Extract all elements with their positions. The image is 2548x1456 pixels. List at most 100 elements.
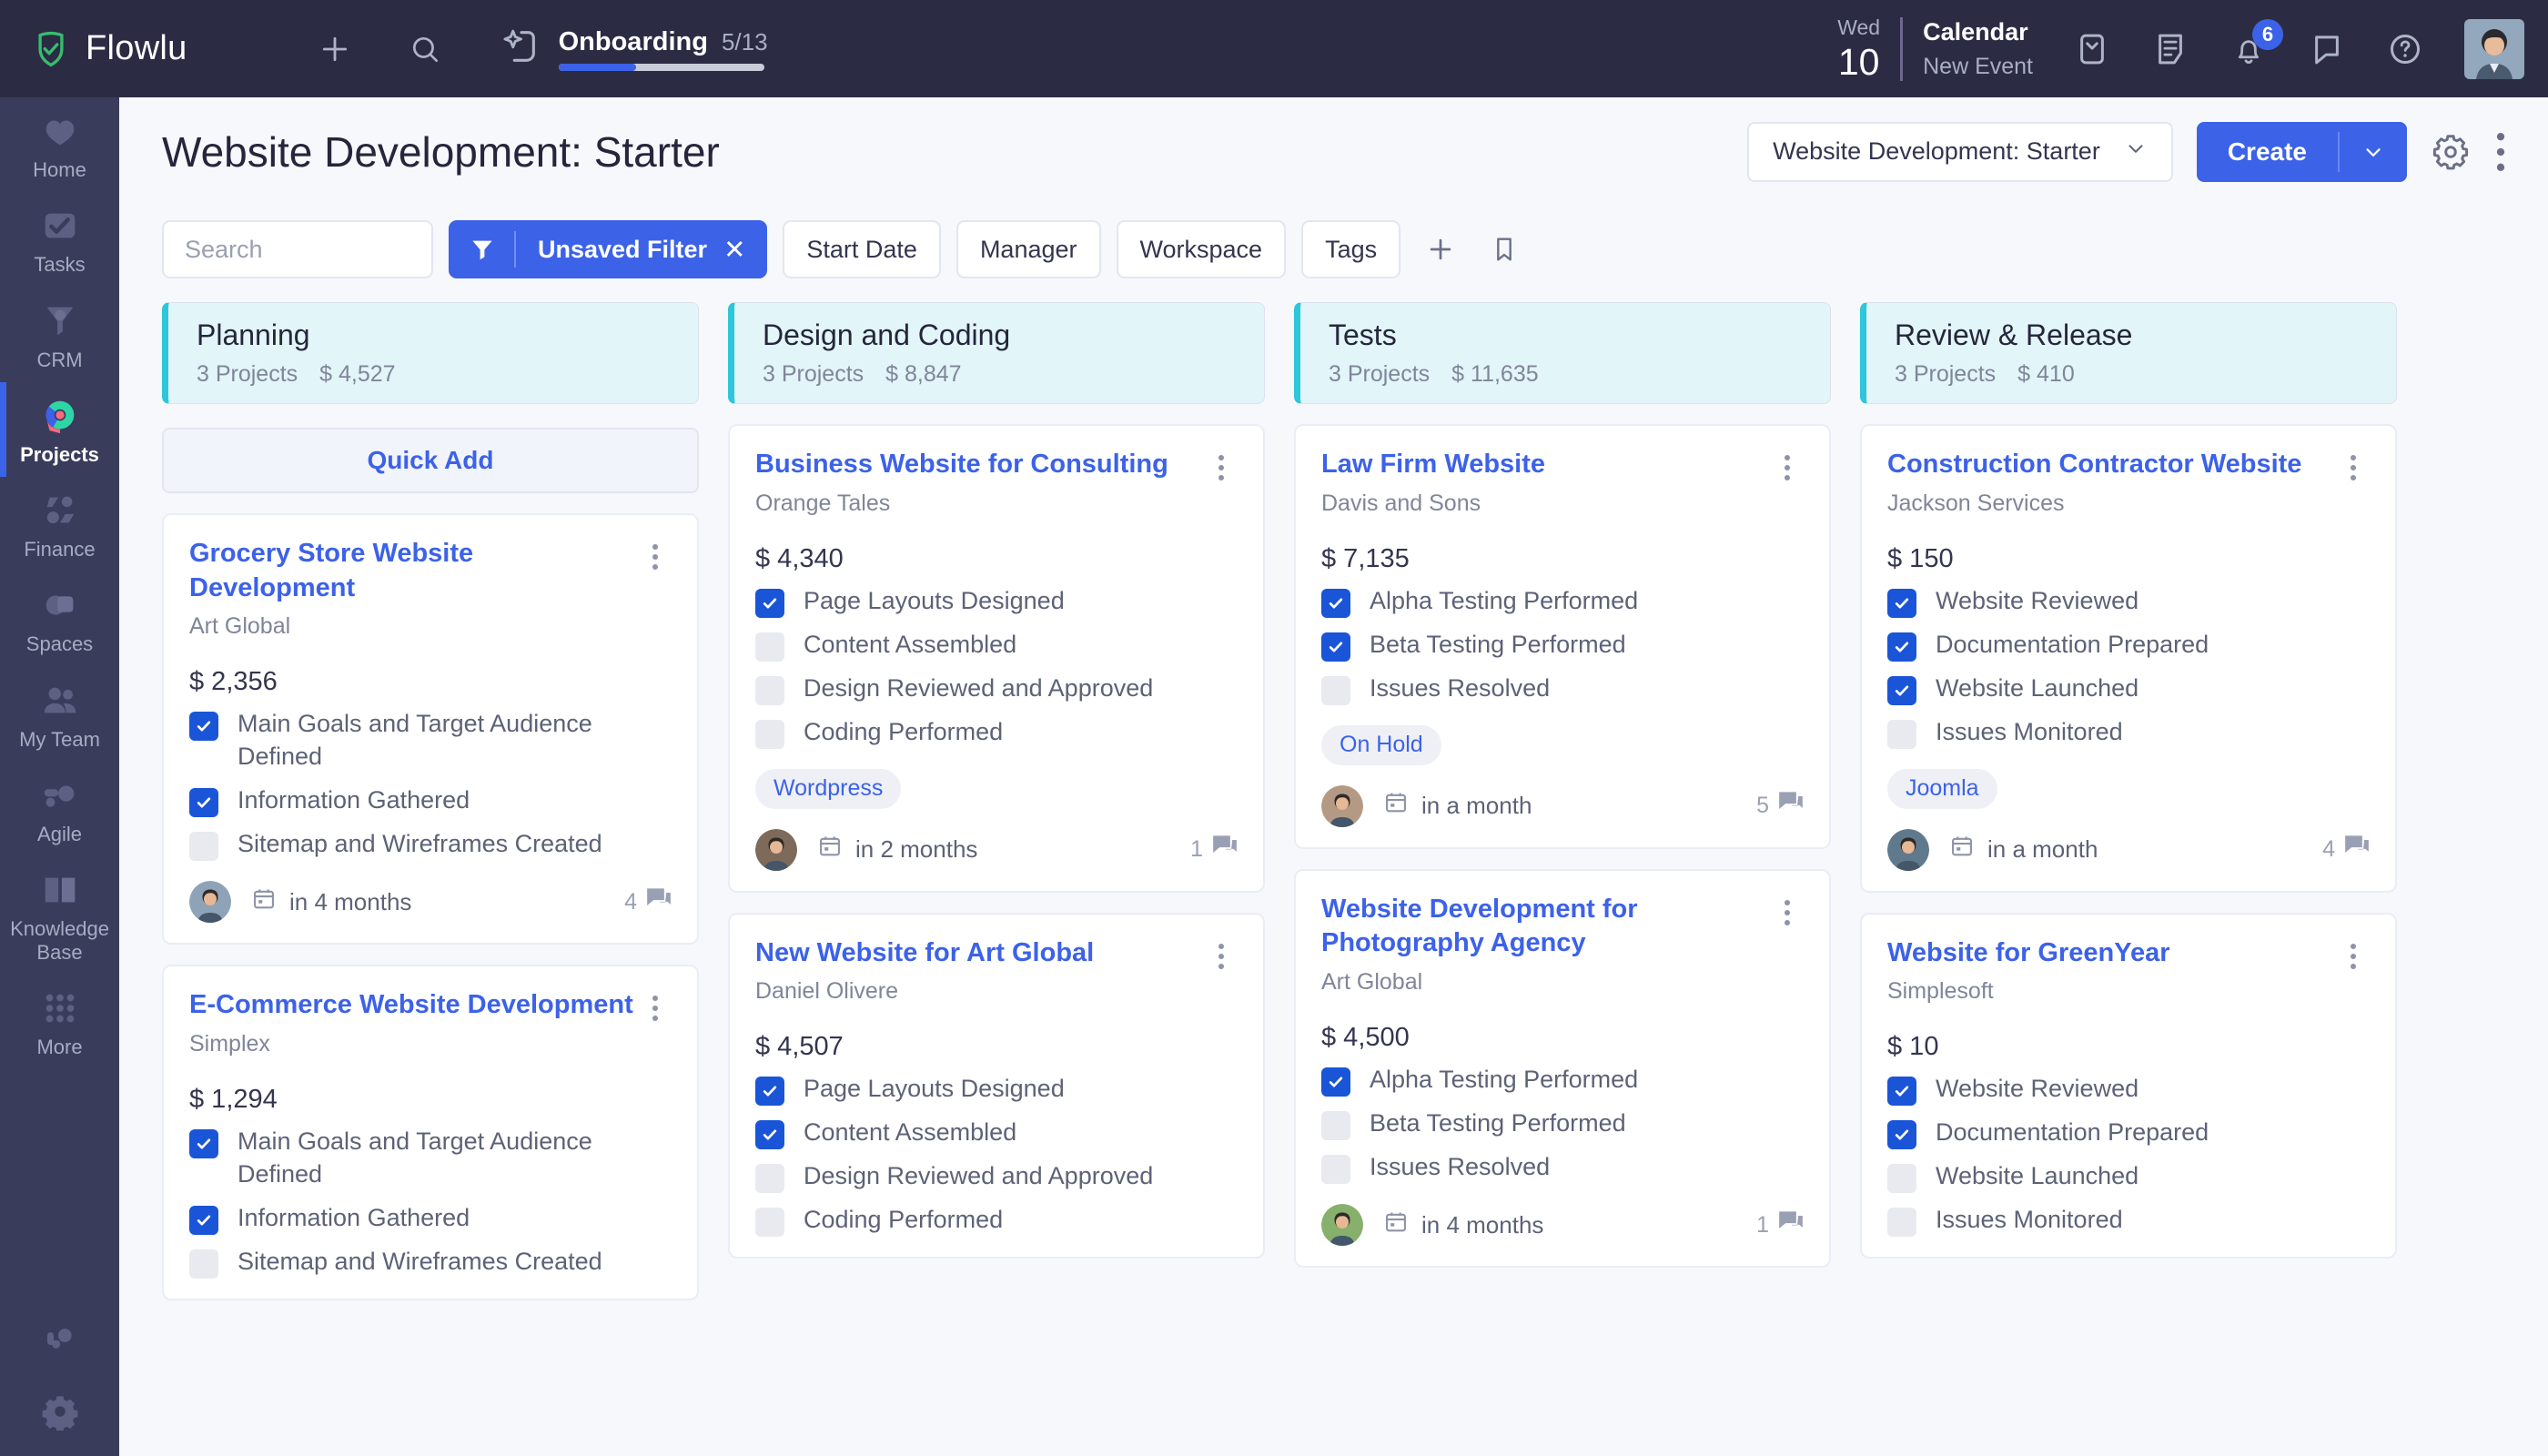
support-icon[interactable]	[39, 1318, 81, 1360]
avatar[interactable]	[2464, 18, 2524, 79]
checkbox-unchecked-icon[interactable]	[1321, 675, 1350, 705]
checklist-item[interactable]: Information Gathered	[189, 1202, 672, 1235]
sidebar-item-more[interactable]: More	[0, 975, 119, 1069]
checklist-item[interactable]: Page Layouts Designed	[755, 1073, 1238, 1107]
unsaved-filter-chip[interactable]: Unsaved Filter ✕	[449, 220, 768, 278]
sidebar-item-finance[interactable]: Finance	[0, 477, 119, 571]
more-vertical-icon[interactable]	[2494, 132, 2507, 172]
add-icon[interactable]	[317, 31, 353, 67]
checklist-item[interactable]: Documentation Prepared	[1887, 1117, 2370, 1150]
checkbox-checked-icon[interactable]	[1887, 632, 1916, 662]
comment-count[interactable]: 4	[624, 887, 672, 917]
project-card[interactable]: Website for GreenYear Simplesoft $ 10 Websi…	[1860, 912, 2397, 1259]
search-icon[interactable]	[408, 32, 442, 66]
checklist-item[interactable]: Issues Monitored	[1887, 1204, 2370, 1238]
gear-icon[interactable]	[2431, 132, 2471, 172]
checkbox-checked-icon[interactable]	[1887, 1120, 1916, 1150]
sidebar-item-projects[interactable]: Projects	[0, 381, 119, 478]
sidebar-item-tasks[interactable]: Tasks	[0, 192, 119, 287]
checklist-item[interactable]: Documentation Prepared	[1887, 629, 2370, 662]
comment-count[interactable]: 1	[1756, 1210, 1804, 1240]
checkbox-unchecked-icon[interactable]	[1887, 1164, 1916, 1194]
project-select[interactable]: Website Development: Starter	[1747, 121, 2173, 182]
bookmark-icon[interactable]	[1481, 235, 1528, 264]
card-title[interactable]: Website for GreenYear	[1887, 936, 2337, 971]
assignee-avatar[interactable]	[1321, 784, 1363, 827]
add-filter-icon[interactable]	[1416, 234, 1465, 265]
sidebar-item-home[interactable]: Home	[0, 97, 119, 192]
checkbox-checked-icon[interactable]	[1887, 1077, 1916, 1107]
checkbox-unchecked-icon[interactable]	[755, 1164, 784, 1194]
project-card[interactable]: Website Development for Photography Agen…	[1294, 868, 1831, 1269]
checklist-item[interactable]: Content Assembled	[755, 629, 1238, 662]
notes-icon[interactable]	[2151, 30, 2189, 68]
card-menu-icon[interactable]	[639, 537, 672, 570]
checklist-item[interactable]: Alpha Testing Performed	[1321, 585, 1804, 618]
checklist-item[interactable]: Alpha Testing Performed	[1321, 1064, 1804, 1097]
sidebar-item-knowledge-base[interactable]: Knowledge Base	[0, 856, 119, 975]
checklist-item[interactable]: Main Goals and Target Audience Defined	[189, 708, 672, 774]
search-input[interactable]	[185, 235, 410, 264]
chat-icon[interactable]	[2308, 30, 2346, 68]
checkbox-checked-icon[interactable]	[1321, 588, 1350, 618]
card-title[interactable]: Business Website for Consulting	[755, 448, 1205, 482]
filter-button-workspace[interactable]: Workspace	[1116, 220, 1287, 278]
chevron-down-icon[interactable]	[2340, 140, 2407, 164]
project-card[interactable]: E-Commerce Website Development Simplex $ 1…	[162, 965, 699, 1300]
comment-count[interactable]: 5	[1756, 791, 1804, 821]
checklist-item[interactable]: Coding Performed	[755, 1204, 1238, 1238]
checkbox-checked-icon[interactable]	[1887, 675, 1916, 705]
close-icon[interactable]: ✕	[723, 234, 767, 266]
checkbox-checked-icon[interactable]	[755, 1120, 784, 1150]
mail-icon[interactable]	[2073, 30, 2111, 68]
sidebar-item-crm[interactable]: CRM	[0, 288, 119, 382]
assignee-avatar[interactable]	[1887, 828, 1929, 871]
assignee-avatar[interactable]	[755, 828, 797, 871]
card-menu-icon[interactable]	[1205, 448, 1238, 480]
card-title[interactable]: Construction Contractor Website	[1887, 448, 2337, 482]
checklist-item[interactable]: Information Gathered	[189, 784, 672, 818]
card-tag[interactable]: Joomla	[1887, 768, 1997, 809]
bell-icon[interactable]: 6	[2230, 18, 2283, 68]
checkbox-unchecked-icon[interactable]	[1887, 719, 1916, 749]
comment-count[interactable]: 4	[2322, 834, 2370, 864]
checkbox-checked-icon[interactable]	[189, 1128, 218, 1158]
sidebar-item-agile[interactable]: Agile	[0, 762, 119, 856]
checkbox-checked-icon[interactable]	[1321, 1067, 1350, 1097]
checklist-item[interactable]: Issues Resolved	[1321, 1151, 1804, 1185]
checklist-item[interactable]: Beta Testing Performed	[1321, 629, 1804, 662]
settings-gear-icon[interactable]	[39, 1390, 81, 1432]
sidebar-item-spaces[interactable]: Spaces	[0, 571, 119, 666]
checklist-item[interactable]: Sitemap and Wireframes Created	[189, 828, 672, 862]
checklist-item[interactable]: Main Goals and Target Audience Defined	[189, 1126, 672, 1191]
checkbox-checked-icon[interactable]	[755, 588, 784, 618]
checklist-item[interactable]: Design Reviewed and Approved	[755, 1160, 1238, 1194]
checklist-item[interactable]: Sitemap and Wireframes Created	[189, 1246, 672, 1279]
calendar-widget[interactable]: Wed 10 Calendar New Event	[1837, 16, 2033, 81]
project-card[interactable]: New Website for Art Global Daniel Olivere…	[728, 912, 1265, 1259]
card-tag[interactable]: Wordpress	[755, 768, 902, 809]
project-card[interactable]: Construction Contractor Website Jackson S…	[1860, 424, 2397, 893]
checkbox-checked-icon[interactable]	[1321, 632, 1350, 662]
quick-add-button[interactable]: Quick Add	[162, 428, 699, 493]
filter-button-start-date[interactable]: Start Date	[783, 220, 941, 278]
card-title[interactable]: New Website for Art Global	[755, 936, 1205, 971]
sidebar-item-my-team[interactable]: My Team	[0, 667, 119, 762]
checklist-item[interactable]: Coding Performed	[755, 716, 1238, 749]
checklist-item[interactable]: Website Reviewed	[1887, 585, 2370, 618]
checklist-item[interactable]: Website Reviewed	[1887, 1073, 2370, 1107]
brand-logo[interactable]: Flowlu	[31, 29, 187, 69]
assignee-avatar[interactable]	[1321, 1204, 1363, 1247]
checklist-item[interactable]: Website Launched	[1887, 672, 2370, 705]
checkbox-unchecked-icon[interactable]	[1887, 1208, 1916, 1238]
checklist-item[interactable]: Content Assembled	[755, 1117, 1238, 1150]
card-title[interactable]: E-Commerce Website Development	[189, 988, 639, 1023]
checkbox-unchecked-icon[interactable]	[755, 1208, 784, 1238]
checkbox-unchecked-icon[interactable]	[189, 1249, 218, 1279]
checkbox-checked-icon[interactable]	[189, 712, 218, 742]
project-card[interactable]: Law Firm Website Davis and Sons $ 7,135 Alp…	[1294, 424, 1831, 849]
checkbox-unchecked-icon[interactable]	[755, 675, 784, 705]
checklist-item[interactable]: Beta Testing Performed	[1321, 1107, 1804, 1141]
checklist-item[interactable]: Page Layouts Designed	[755, 585, 1238, 618]
checklist-item[interactable]: Issues Monitored	[1887, 716, 2370, 749]
